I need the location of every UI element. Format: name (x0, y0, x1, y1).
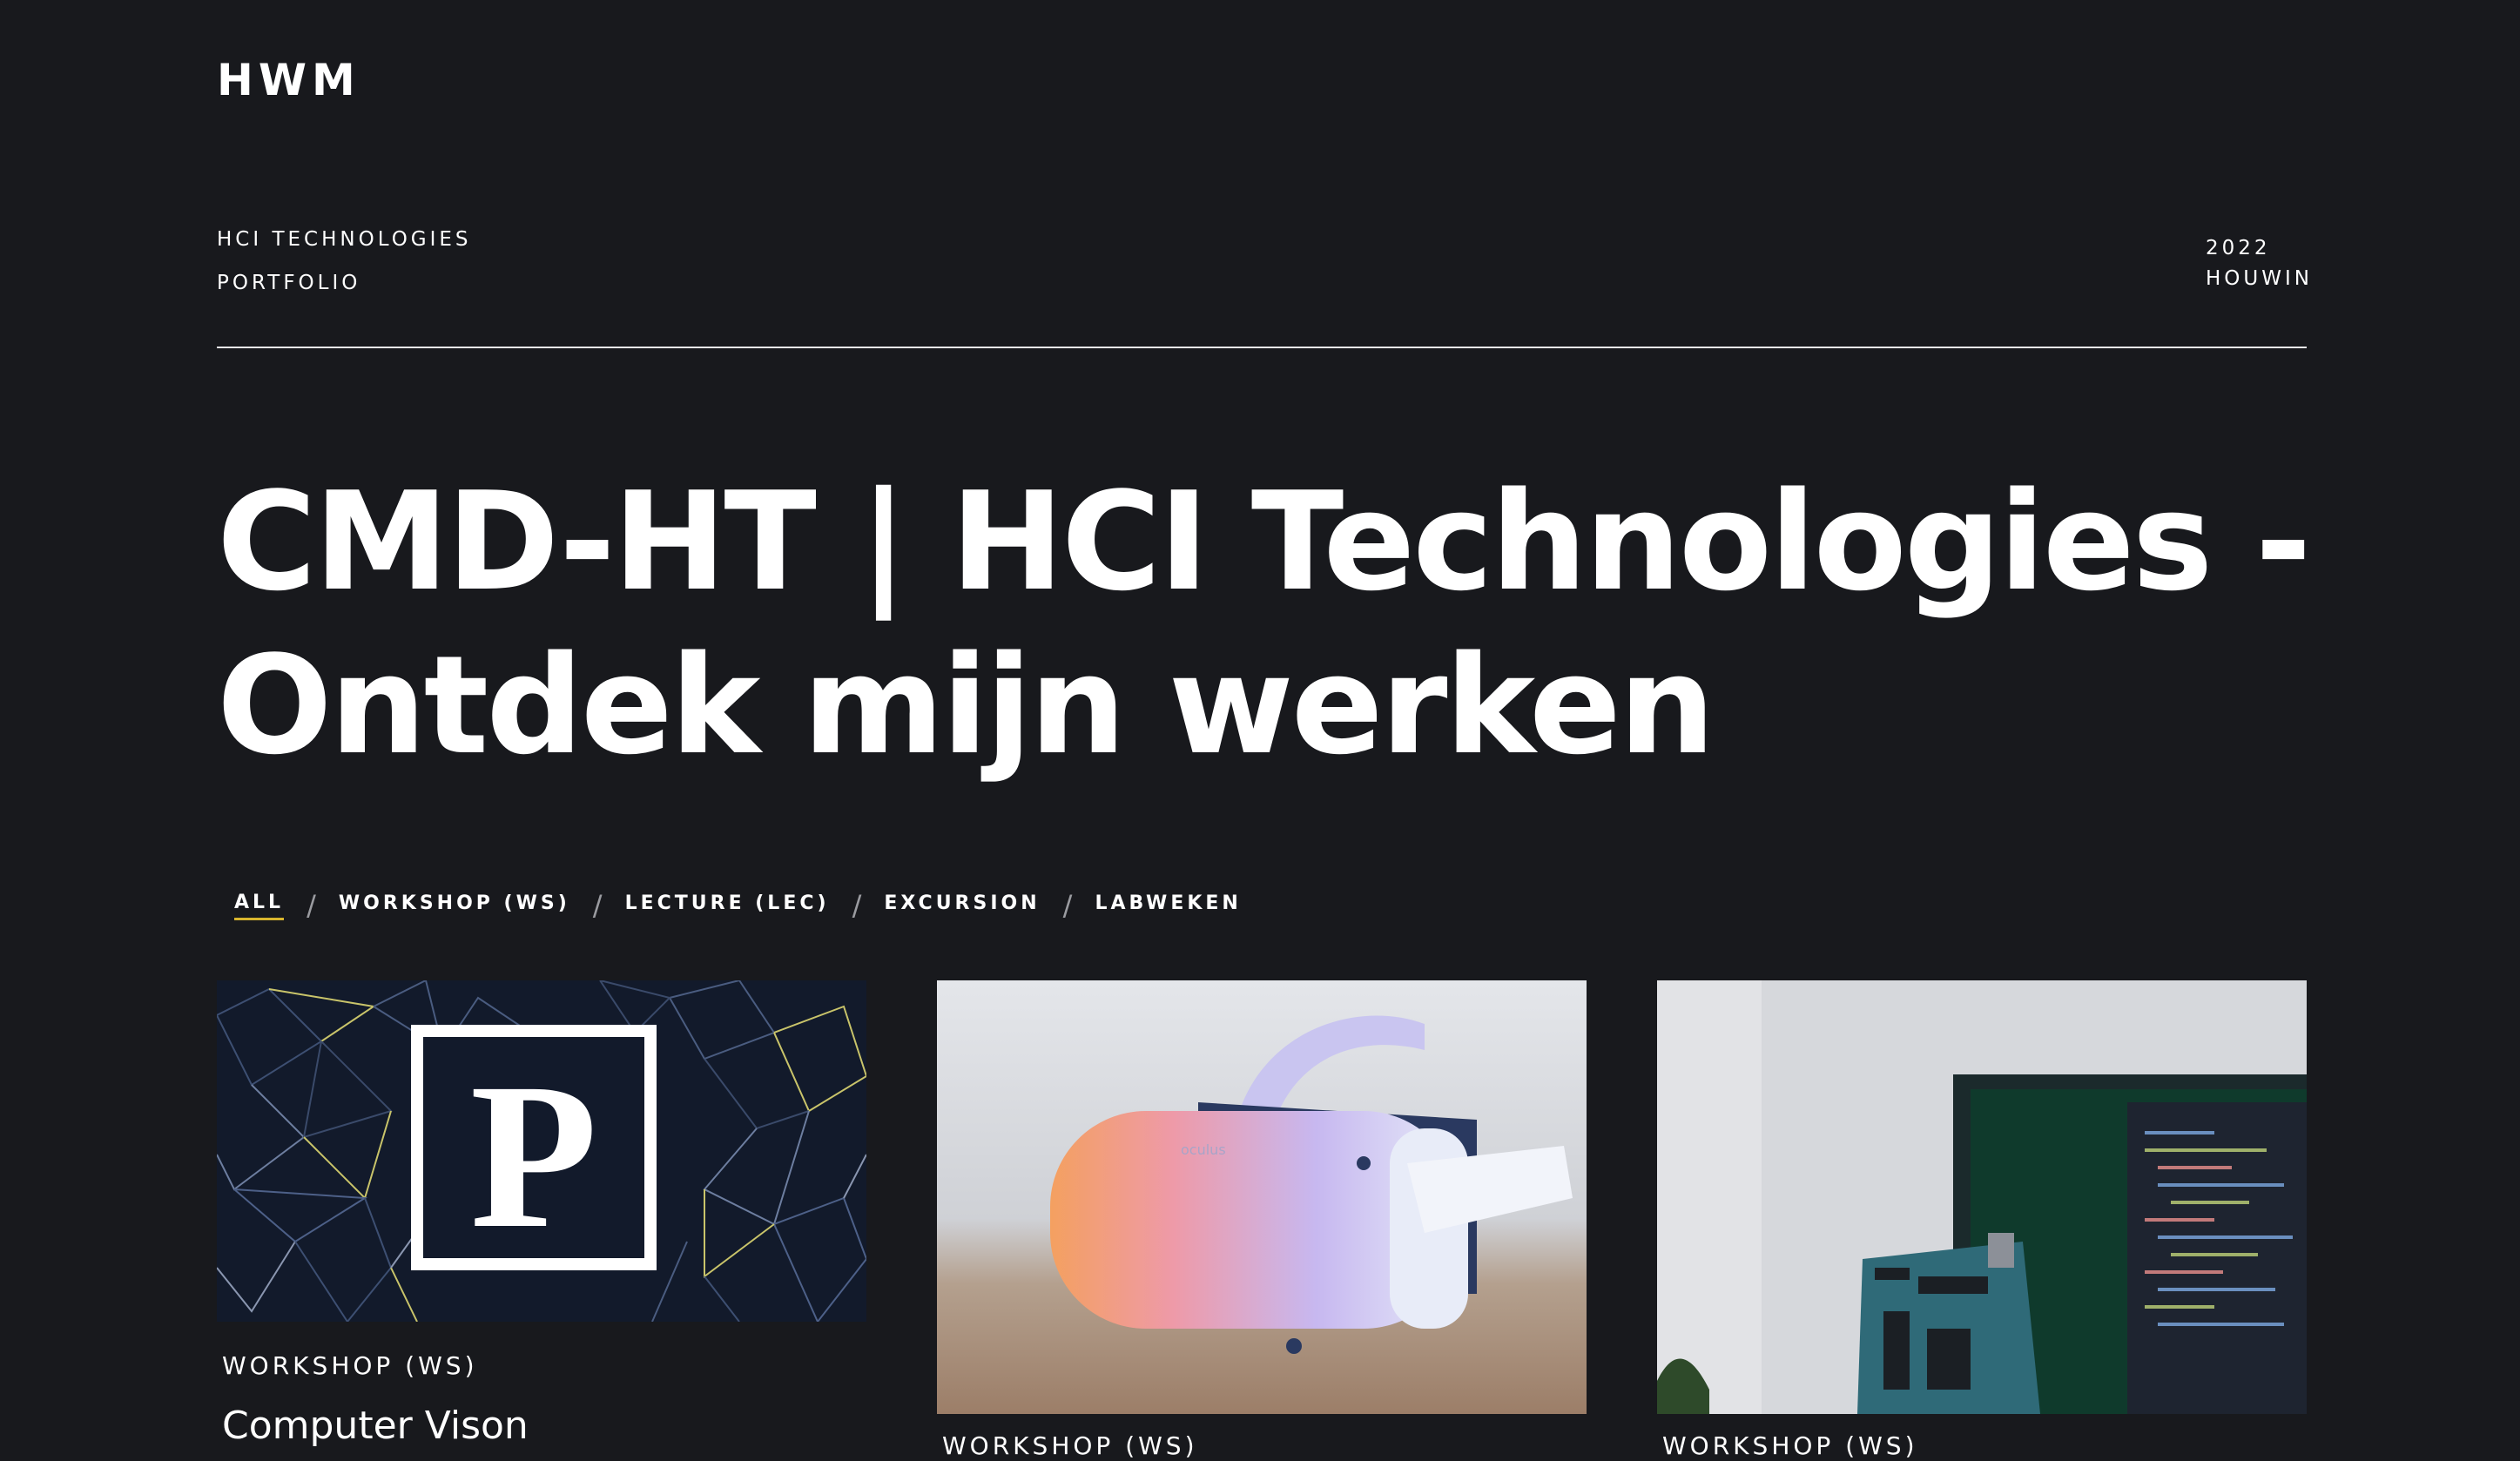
project-card-arduino[interactable]: WORKSHOP (WS) (1657, 980, 2307, 1461)
network-pattern-image: P (217, 980, 866, 1322)
card-category: WORKSHOP (WS) (1662, 1431, 1918, 1460)
site-logo[interactable]: HWM (217, 54, 360, 106)
meta-portfolio: PORTFOLIO (217, 272, 361, 294)
filter-separator: / (307, 889, 316, 922)
portfolio-meta-left: HCI TECHNOLOGIES PORTFOLIO (217, 218, 472, 305)
filter-excursion[interactable]: EXCURSION (884, 892, 1040, 919)
card-title[interactable]: Computer Vison (222, 1404, 866, 1449)
arduino-monitor-image (1657, 980, 2307, 1414)
headset-brand-text: oculus (1181, 1141, 1226, 1158)
meta-author: HOUWIN (2206, 267, 2313, 290)
portfolio-meta-right: 2022 HOUWIN (2206, 233, 2313, 294)
card-image-arduino[interactable] (1657, 980, 2307, 1414)
page-title: CMD-HT | HCI Technologies - Ontdek mijn … (217, 462, 2312, 784)
filter-labweken[interactable]: LABWEKEN (1095, 892, 1241, 919)
header-divider (217, 347, 2307, 348)
filter-lecture[interactable]: LECTURE (LEC) (625, 892, 830, 919)
filter-separator: / (1062, 889, 1073, 922)
card-logo-letter: P (470, 1040, 598, 1271)
card-image-network[interactable]: P (217, 980, 866, 1322)
project-card-vr[interactable]: oculus WORKSHOP (WS) (937, 980, 1587, 1461)
card-category: WORKSHOP (WS) (222, 1351, 478, 1380)
card-category: WORKSHOP (WS) (942, 1431, 1198, 1460)
meta-year: 2022 (2206, 237, 2271, 259)
meta-course: HCI TECHNOLOGIES (217, 228, 472, 251)
filter-all[interactable]: ALL (234, 892, 285, 920)
card-image-vr-headset[interactable]: oculus (937, 980, 1587, 1414)
project-card-computer-vision[interactable]: P WORKSHOP (WS) Computer Vison (217, 980, 866, 1449)
portfolio-page: HWM HCI TECHNOLOGIES PORTFOLIO 2022 HOUW… (0, 0, 2520, 1461)
filter-separator: / (852, 889, 862, 922)
vr-headset-image: oculus (937, 980, 1587, 1414)
filter-workshop[interactable]: WORKSHOP (WS) (339, 892, 570, 919)
filter-separator: / (592, 889, 603, 922)
filter-nav: ALL / WORKSHOP (WS) / LECTURE (LEC) / EX… (234, 886, 1242, 925)
